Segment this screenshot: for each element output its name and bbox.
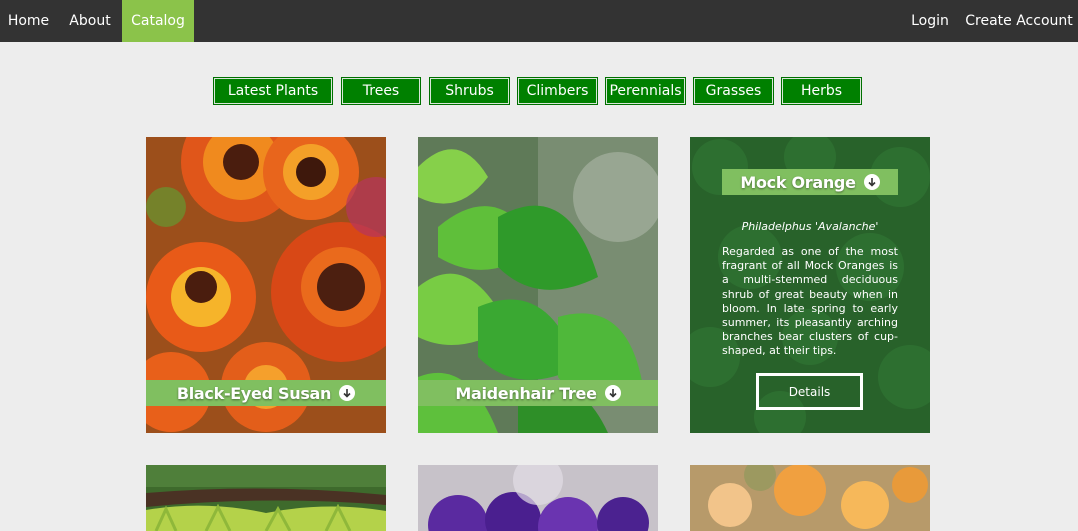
category-grasses-button[interactable]: Grasses bbox=[693, 77, 774, 105]
plant-card-purple-flower[interactable] bbox=[418, 465, 658, 531]
mock-orange-description: Regarded as one of the most fragrant of … bbox=[722, 245, 898, 358]
plant-card-grass[interactable] bbox=[146, 465, 386, 531]
plant-card-black-eyed-susan[interactable]: Black-Eyed Susan bbox=[146, 137, 386, 433]
orange-flower-image bbox=[690, 465, 930, 531]
plant-card-maidenhair-tree[interactable]: Maidenhair Tree bbox=[418, 137, 658, 433]
mock-orange-caption: Mock Orange bbox=[722, 169, 898, 195]
category-shrubs-button[interactable]: Shrubs bbox=[429, 77, 510, 105]
grass-image bbox=[146, 465, 386, 531]
category-trees-button[interactable]: Trees bbox=[341, 77, 421, 105]
nav-home-link[interactable]: Home bbox=[0, 0, 57, 42]
arrow-down-circle-icon[interactable] bbox=[339, 385, 356, 401]
plant-card-mock-orange[interactable]: Mock Orange Philadelphus 'Avalanche' Reg… bbox=[690, 137, 930, 433]
category-climbers-button[interactable]: Climbers bbox=[517, 77, 598, 105]
category-perennials-button[interactable]: Perennials bbox=[605, 77, 686, 105]
arrow-down-circle-icon[interactable] bbox=[604, 385, 621, 401]
mock-orange-title: Mock Orange bbox=[740, 172, 856, 192]
black-eyed-susan-caption: Black-Eyed Susan bbox=[146, 380, 386, 406]
nav-login-link[interactable]: Login bbox=[900, 0, 960, 42]
nav-create-account-link[interactable]: Create Account bbox=[960, 0, 1078, 42]
nav-about-link[interactable]: About bbox=[61, 0, 119, 42]
category-herbs-button[interactable]: Herbs bbox=[781, 77, 862, 105]
nav-catalog-link[interactable]: Catalog bbox=[122, 0, 194, 42]
top-navbar: Home About Catalog Login Create Account bbox=[0, 0, 1078, 42]
plant-card-orange-flower[interactable] bbox=[690, 465, 930, 531]
arrow-down-circle-icon[interactable] bbox=[863, 174, 880, 190]
details-button[interactable]: Details bbox=[756, 373, 863, 410]
purple-flower-image bbox=[418, 465, 658, 531]
maidenhair-tree-caption: Maidenhair Tree bbox=[418, 380, 658, 406]
black-eyed-susan-title: Black-Eyed Susan bbox=[176, 383, 332, 403]
mock-orange-scientific-name: Philadelphus 'Avalanche' bbox=[741, 220, 879, 233]
maidenhair-tree-title: Maidenhair Tree bbox=[455, 383, 597, 403]
category-latest-plants-button[interactable]: Latest Plants bbox=[213, 77, 333, 105]
